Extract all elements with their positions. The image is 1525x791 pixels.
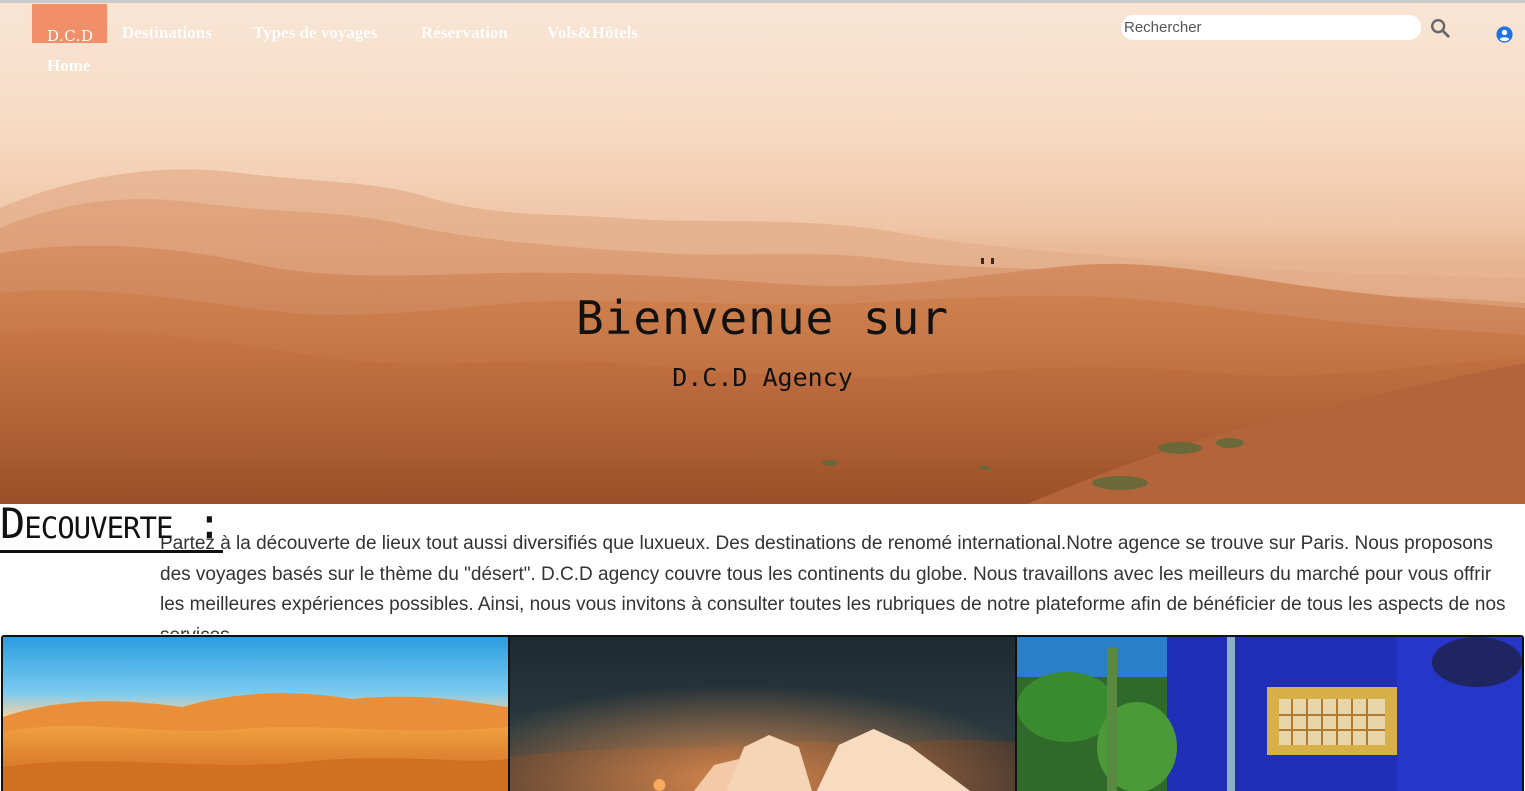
hero-subtitle: D.C.D Agency bbox=[672, 363, 853, 392]
desert-dunes-background bbox=[0, 169, 1525, 504]
destinations-gallery bbox=[1, 635, 1524, 791]
search-input[interactable] bbox=[1121, 15, 1421, 40]
brand-logo[interactable]: D.C.D bbox=[47, 27, 94, 45]
decouverte-text: Partez à la découverte de lieux tout aus… bbox=[160, 533, 1506, 634]
hero-banner: D.C.D Destinations Types de voyages Rése… bbox=[0, 0, 1525, 504]
nav-types-de-voyages[interactable]: Types de voyages bbox=[253, 23, 377, 43]
nav-home[interactable]: Home bbox=[47, 56, 90, 76]
user-circle-icon[interactable] bbox=[1496, 26, 1513, 43]
desert-dunes-image[interactable] bbox=[3, 637, 510, 791]
nav-destinations[interactable]: Destinations bbox=[122, 23, 212, 43]
decouverte-heading: Decouverte : bbox=[0, 498, 223, 553]
nav-vols-hotels[interactable]: Vols&Hôtels bbox=[547, 23, 638, 43]
hero-title: Bienvenue sur bbox=[575, 291, 950, 345]
search-icon[interactable] bbox=[1429, 17, 1451, 39]
nav-reservation[interactable]: Réservation bbox=[421, 23, 508, 43]
desert-camp-tents-image[interactable] bbox=[510, 637, 1017, 791]
majorelle-garden-image[interactable] bbox=[1017, 637, 1522, 791]
